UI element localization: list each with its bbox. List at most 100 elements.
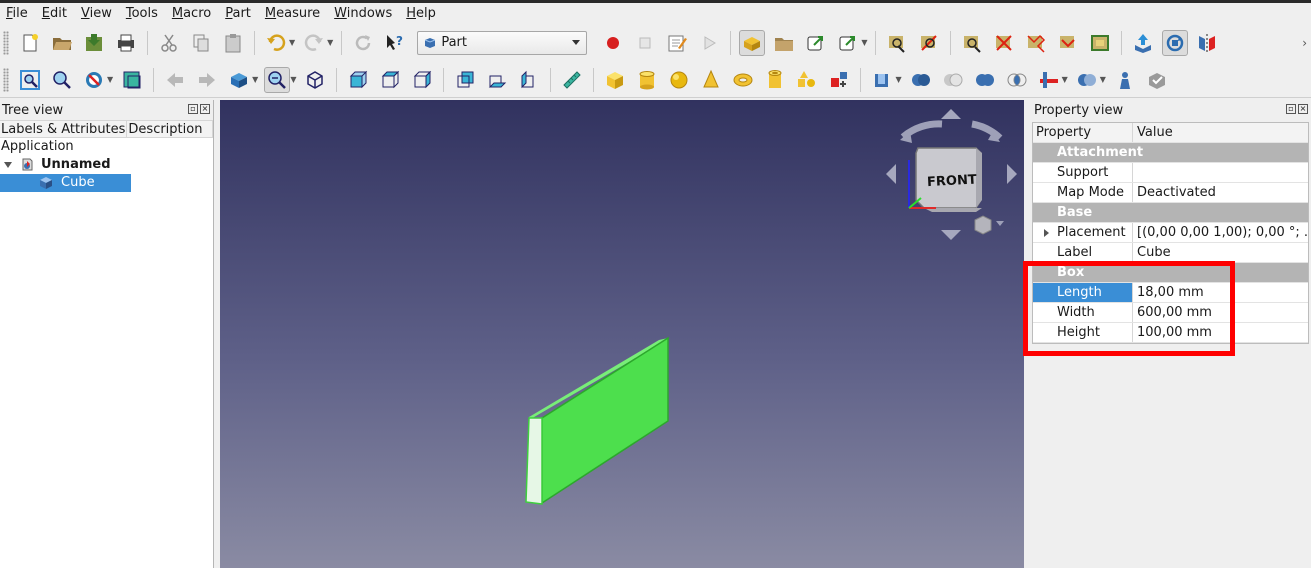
measure-toggle-delta-button[interactable] <box>1087 30 1113 56</box>
draw-style-dropdown-icon[interactable]: ▼ <box>107 75 113 84</box>
split-dropdown-icon[interactable]: ▼ <box>1100 75 1106 84</box>
float-panel-icon[interactable]: ▫ <box>1286 104 1296 114</box>
property-value[interactable]: 600,00 mm <box>1133 303 1308 322</box>
nav-down-arrow-icon[interactable] <box>941 230 961 240</box>
navcube-menu-chevron-icon[interactable] <box>996 221 1004 226</box>
zoom-dropdown-icon[interactable]: ▼ <box>290 75 296 84</box>
fit-selection-button[interactable] <box>49 67 75 93</box>
toolbar-grip[interactable] <box>3 67 9 92</box>
rear-view-button[interactable] <box>452 67 478 93</box>
group-base[interactable]: Base <box>1033 203 1308 223</box>
column-description[interactable]: Description <box>127 121 213 137</box>
menu-tools[interactable]: Tools <box>122 4 162 24</box>
tree-item-document[interactable]: Unnamed <box>0 156 213 174</box>
close-icon[interactable]: × <box>1298 104 1308 114</box>
zoom-button[interactable] <box>264 66 291 93</box>
part-tube-button[interactable] <box>762 67 788 93</box>
measure-toggle-3d-button[interactable] <box>1055 30 1081 56</box>
menu-windows[interactable]: Windows <box>330 4 396 24</box>
measure-clear-button[interactable] <box>991 30 1017 56</box>
open-button[interactable] <box>49 30 75 56</box>
bounding-box-button[interactable] <box>119 67 145 93</box>
refresh-button[interactable] <box>350 30 376 56</box>
property-value[interactable]: Deactivated <box>1133 183 1308 202</box>
cut-shape-button[interactable] <box>940 67 966 93</box>
property-row-placement[interactable]: Placement [(0,00 0,00 1,00); 0,00 °; ... <box>1033 223 1308 243</box>
menu-file[interactable]: File <box>2 4 32 24</box>
copy-button[interactable] <box>188 30 214 56</box>
fuse-button[interactable] <box>972 67 998 93</box>
property-value[interactable]: 18,00 mm <box>1133 283 1308 302</box>
float-panel-icon[interactable]: ▫ <box>188 104 198 114</box>
toolbar-grip[interactable] <box>3 30 9 55</box>
property-row-length[interactable]: Length 18,00 mm <box>1033 283 1308 303</box>
expand-arrow-icon[interactable] <box>1044 229 1049 237</box>
print-button[interactable] <box>113 30 139 56</box>
menu-edit[interactable]: Edit <box>38 4 71 24</box>
measure-linear-button[interactable] <box>884 30 910 56</box>
toolbar-overflow-button[interactable]: › <box>1302 36 1307 50</box>
property-row-support[interactable]: Support <box>1033 163 1308 183</box>
new-document-button[interactable] <box>17 30 43 56</box>
split-button[interactable] <box>1074 67 1100 93</box>
part-cylinder-button[interactable] <box>634 67 660 93</box>
import-button[interactable] <box>1130 30 1156 56</box>
column-property[interactable]: Property <box>1033 123 1133 142</box>
navigation-cube[interactable]: FRONT <box>886 109 1017 240</box>
boolean-button[interactable] <box>908 67 934 93</box>
left-view-button[interactable] <box>516 67 542 93</box>
property-value[interactable]: [(0,00 0,00 1,00); 0,00 °; ... <box>1133 223 1308 242</box>
menu-view[interactable]: View <box>77 4 116 24</box>
column-value[interactable]: Value <box>1133 123 1308 142</box>
part-sphere-button[interactable] <box>666 67 692 93</box>
group-box[interactable]: Box <box>1033 263 1308 283</box>
group-attachment[interactable]: Attachment <box>1033 143 1308 163</box>
property-row-height[interactable]: Height 100,00 mm <box>1033 323 1308 343</box>
measure-angular-button[interactable] <box>916 30 942 56</box>
isometric-view-button[interactable] <box>302 67 328 93</box>
whats-this-button[interactable]: ? <box>382 30 408 56</box>
link-actions-button[interactable] <box>835 30 861 56</box>
edit-macro-button[interactable] <box>664 30 690 56</box>
top-view-button[interactable] <box>377 67 403 93</box>
cube-object[interactable] <box>525 336 669 505</box>
stop-macro-button[interactable] <box>632 30 658 56</box>
standard-views-dropdown-icon[interactable]: ▼ <box>252 75 258 84</box>
part-primitives-button[interactable] <box>794 67 820 93</box>
property-value[interactable]: Cube <box>1133 243 1308 262</box>
create-part-button[interactable] <box>739 29 766 56</box>
sync-view-button[interactable] <box>1162 29 1189 56</box>
paste-button[interactable] <box>220 30 246 56</box>
draw-style-button[interactable] <box>81 67 107 93</box>
nav-right-arrow-icon[interactable] <box>1007 164 1017 184</box>
undo-button[interactable] <box>263 30 289 56</box>
column-labels[interactable]: Labels & Attributes <box>0 121 128 137</box>
menu-part[interactable]: Part <box>221 4 255 24</box>
property-row-width[interactable]: Width 600,00 mm <box>1033 303 1308 323</box>
front-view-button[interactable] <box>345 67 371 93</box>
property-value[interactable] <box>1133 163 1308 182</box>
undo-dropdown-icon[interactable]: ▼ <box>289 38 295 47</box>
measure-toggle-all-button[interactable] <box>1023 30 1049 56</box>
link-button[interactable] <box>803 30 829 56</box>
standard-views-button[interactable] <box>226 67 252 93</box>
close-icon[interactable]: × <box>200 104 210 114</box>
check-geometry-button[interactable] <box>1144 67 1170 93</box>
part-box-button[interactable] <box>602 67 628 93</box>
redo-dropdown-icon[interactable]: ▼ <box>327 38 333 47</box>
property-row-map-mode[interactable]: Map Mode Deactivated <box>1033 183 1308 203</box>
part-torus-button[interactable] <box>730 67 756 93</box>
link-dropdown-icon[interactable]: ▼ <box>861 38 867 47</box>
bottom-view-button[interactable] <box>484 67 510 93</box>
menu-measure[interactable]: Measure <box>261 4 324 24</box>
forward-button[interactable] <box>194 67 220 93</box>
save-button[interactable] <box>81 30 107 56</box>
fit-all-button[interactable] <box>17 67 43 93</box>
create-group-button[interactable] <box>771 30 797 56</box>
compound-button[interactable] <box>1112 67 1138 93</box>
extrude-dropdown-icon[interactable]: ▼ <box>895 75 901 84</box>
menu-macro[interactable]: Macro <box>168 4 215 24</box>
expand-arrow-icon[interactable] <box>4 162 12 168</box>
shape-builder-button[interactable] <box>826 67 852 93</box>
extrude-button[interactable] <box>869 67 895 93</box>
